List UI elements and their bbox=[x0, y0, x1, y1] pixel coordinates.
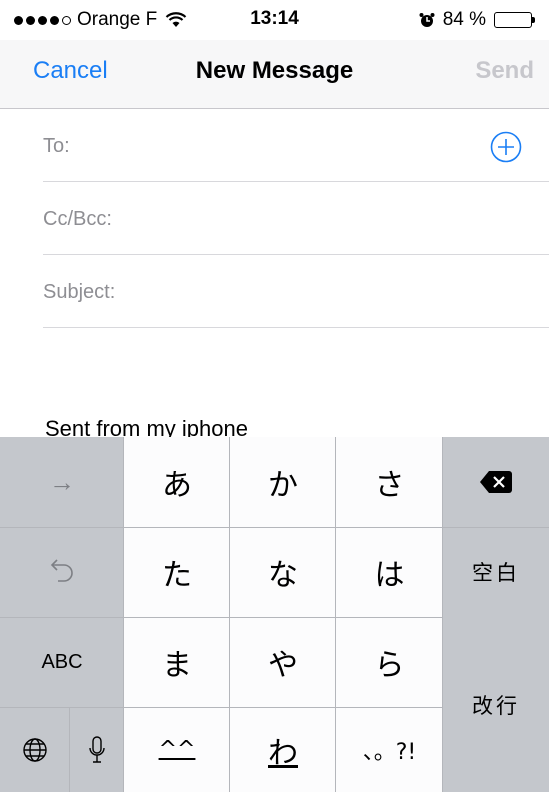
undo-icon bbox=[50, 559, 73, 582]
key-ra[interactable]: ら bbox=[336, 617, 443, 707]
subject-field[interactable]: Subject: bbox=[43, 255, 549, 328]
subject-label: Subject: bbox=[43, 281, 116, 303]
microphone-key[interactable] bbox=[70, 707, 124, 792]
key-emoticon[interactable]: ^^ bbox=[124, 707, 230, 792]
return-key[interactable]: 改行 bbox=[443, 617, 549, 792]
globe-icon bbox=[23, 737, 47, 762]
key-sa[interactable]: さ bbox=[336, 437, 443, 527]
signal-strength-icon bbox=[14, 15, 71, 25]
space-label: 空白 bbox=[472, 561, 520, 585]
to-field[interactable]: To: bbox=[43, 109, 549, 182]
status-right: 84 % bbox=[419, 9, 535, 31]
key-ya[interactable]: や bbox=[230, 617, 336, 707]
to-label: To: bbox=[43, 135, 70, 157]
carrier-name: Orange F bbox=[77, 9, 158, 30]
cancel-button[interactable]: Cancel bbox=[33, 57, 108, 85]
delete-backspace-icon bbox=[480, 471, 512, 493]
delete-key[interactable] bbox=[443, 437, 549, 527]
key-a[interactable]: あ bbox=[124, 437, 230, 527]
abc-label: ABC bbox=[41, 650, 83, 673]
forward-arrow-key[interactable]: → bbox=[0, 437, 124, 527]
battery-icon bbox=[494, 12, 535, 28]
arrow-right-icon: → bbox=[49, 466, 75, 497]
key-ta[interactable]: た bbox=[124, 527, 230, 617]
key-ha[interactable]: は bbox=[336, 527, 443, 617]
wifi-icon bbox=[166, 12, 187, 27]
key-ka[interactable]: か bbox=[230, 437, 336, 527]
cc-bcc-field[interactable]: Cc/Bcc: bbox=[43, 182, 549, 255]
undo-key[interactable] bbox=[0, 527, 124, 617]
return-label: 改行 bbox=[472, 693, 520, 718]
microphone-icon bbox=[89, 735, 105, 763]
navigation-bar: Cancel New Message Send bbox=[0, 40, 549, 109]
space-key[interactable]: 空白 bbox=[443, 527, 549, 617]
key-ma[interactable]: ま bbox=[124, 617, 230, 707]
send-button[interactable]: Send bbox=[475, 57, 534, 85]
battery-percentage: 84 % bbox=[442, 9, 486, 30]
abc-key[interactable]: ABC bbox=[0, 617, 124, 707]
status-left: Orange F bbox=[14, 9, 187, 31]
key-wa[interactable]: わ bbox=[230, 707, 336, 792]
key-punctuation[interactable]: 、。?! bbox=[336, 707, 443, 792]
cc-bcc-label: Cc/Bcc: bbox=[43, 208, 112, 230]
status-bar: Orange F 13:14 84 % bbox=[0, 0, 549, 40]
keyboard: → ABC あ か さ た な は ま や ら ^^ わ 、。?! 空白 改行 bbox=[0, 437, 549, 792]
key-na[interactable]: な bbox=[230, 527, 336, 617]
add-contact-icon[interactable] bbox=[490, 131, 522, 163]
globe-key[interactable] bbox=[0, 707, 70, 792]
alarm-clock-icon bbox=[419, 13, 435, 27]
